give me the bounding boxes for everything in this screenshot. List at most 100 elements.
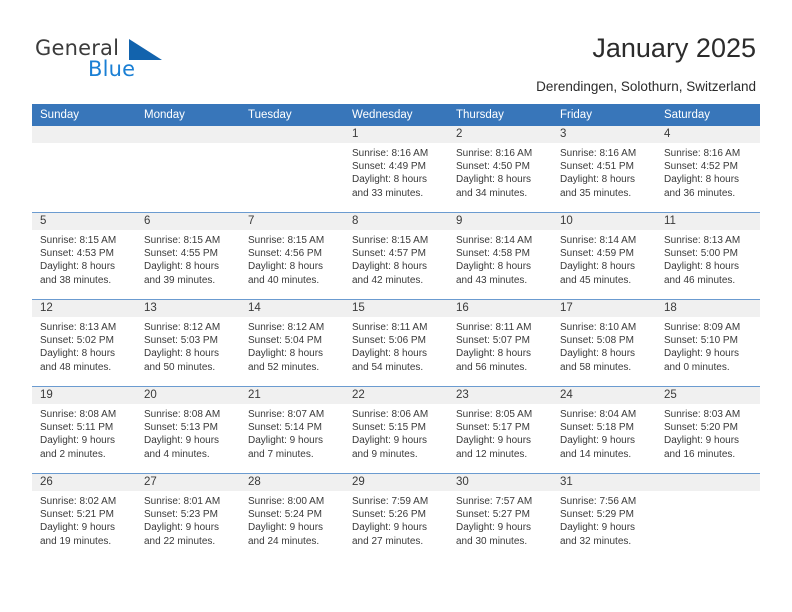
daylight-text-line1: Daylight: 8 hours — [456, 348, 532, 360]
day-number: 11 — [656, 213, 760, 230]
calendar-day-cell[interactable]: 9 Sunrise: 8:14 AM Sunset: 4:58 PM Daylight… — [448, 212, 552, 300]
weekday-header-sunday: Sunday — [32, 104, 136, 126]
daylight-text-line2: and 7 minutes. — [248, 448, 314, 460]
sunset-text: Sunset: 4:59 PM — [560, 248, 634, 260]
calendar-day-cell[interactable]: 31 Sunrise: 7:56 AM Sunset: 5:29 PM Dayligh… — [552, 473, 656, 560]
calendar-body: 1 Sunrise: 8:16 AM Sunset: 4:49 PM Daylight… — [32, 126, 760, 560]
sunset-text: Sunset: 5:06 PM — [352, 335, 426, 347]
daylight-text-line1: Daylight: 8 hours — [144, 348, 220, 360]
daylight-text-line1: Daylight: 8 hours — [144, 261, 220, 273]
sunset-text: Sunset: 5:29 PM — [560, 509, 634, 521]
sunrise-text: Sunrise: 8:12 AM — [248, 322, 325, 333]
sunset-text: Sunset: 4:55 PM — [144, 248, 218, 260]
calendar-day-cell[interactable]: 15 Sunrise: 8:11 AM Sunset: 5:06 PM Dayligh… — [344, 299, 448, 387]
calendar-day-cell[interactable]: 18 Sunrise: 8:09 AM Sunset: 5:10 PM Dayligh… — [656, 299, 760, 387]
daylight-text-line1: Daylight: 9 hours — [352, 435, 428, 447]
sunrise-text: Sunrise: 7:56 AM — [560, 496, 637, 507]
page-title: January 2025 — [592, 33, 756, 63]
calendar-week-row: 26 Sunrise: 8:02 AM Sunset: 5:21 PM Dayligh… — [32, 473, 760, 560]
daylight-text-line2: and 38 minutes. — [40, 274, 112, 286]
sunrise-text: Sunrise: 8:16 AM — [352, 148, 429, 159]
day-number: 18 — [656, 300, 760, 317]
calendar-day-cell[interactable]: 13 Sunrise: 8:12 AM Sunset: 5:03 PM Dayligh… — [136, 299, 240, 387]
day-number: 22 — [344, 387, 448, 404]
calendar-day-cell[interactable]: 20 Sunrise: 8:08 AM Sunset: 5:13 PM Dayligh… — [136, 386, 240, 474]
weekday-header-wednesday: Wednesday — [344, 104, 448, 126]
daylight-text-line2: and 4 minutes. — [144, 448, 210, 460]
sunrise-text: Sunrise: 8:06 AM — [352, 409, 429, 420]
daylight-text-line2: and 9 minutes. — [352, 448, 418, 460]
day-number: 30 — [448, 474, 552, 491]
day-number: 14 — [240, 300, 344, 317]
daylight-text-line1: Daylight: 8 hours — [40, 348, 116, 360]
calendar-day-cell[interactable]: 17 Sunrise: 8:10 AM Sunset: 5:08 PM Dayligh… — [552, 299, 656, 387]
daylight-text-line1: Daylight: 8 hours — [560, 174, 636, 186]
sunrise-text: Sunrise: 8:08 AM — [144, 409, 221, 420]
daylight-text-line1: Daylight: 9 hours — [144, 435, 220, 447]
daylight-text-line1: Daylight: 9 hours — [40, 435, 116, 447]
sunset-text: Sunset: 4:50 PM — [456, 161, 530, 173]
calendar-day-cell[interactable]: 28 Sunrise: 8:00 AM Sunset: 5:24 PM Dayligh… — [240, 473, 344, 560]
sunset-text: Sunset: 5:21 PM — [40, 509, 114, 521]
daylight-text-line2: and 40 minutes. — [248, 274, 320, 286]
calendar-day-cell[interactable]: 12 Sunrise: 8:13 AM Sunset: 5:02 PM Dayligh… — [32, 299, 136, 387]
page-subtitle: Derendingen, Solothurn, Switzerland — [536, 79, 756, 94]
day-number: 24 — [552, 387, 656, 404]
daylight-text-line2: and 2 minutes. — [40, 448, 106, 460]
calendar-day-cell[interactable]: 25 Sunrise: 8:03 AM Sunset: 5:20 PM Dayligh… — [656, 386, 760, 474]
calendar-day-cell[interactable]: 11 Sunrise: 8:13 AM Sunset: 5:00 PM Dayligh… — [656, 212, 760, 300]
sunset-text: Sunset: 5:15 PM — [352, 422, 426, 434]
daylight-text-line1: Daylight: 9 hours — [456, 522, 532, 534]
calendar-grid: Sunday Monday Tuesday Wednesday Thursday… — [32, 104, 760, 560]
calendar-day-cell[interactable]: 2 Sunrise: 8:16 AM Sunset: 4:50 PM Daylight… — [448, 126, 552, 213]
calendar-day-cell[interactable]: 29 Sunrise: 7:59 AM Sunset: 5:26 PM Dayligh… — [344, 473, 448, 560]
daylight-text-line1: Daylight: 8 hours — [352, 261, 428, 273]
daylight-text-line1: Daylight: 9 hours — [40, 522, 116, 534]
daylight-text-line1: Daylight: 9 hours — [248, 435, 324, 447]
sunrise-text: Sunrise: 8:16 AM — [456, 148, 533, 159]
sunrise-text: Sunrise: 8:11 AM — [352, 322, 428, 333]
calendar-day-cell[interactable]: 19 Sunrise: 8:08 AM Sunset: 5:11 PM Dayligh… — [32, 386, 136, 474]
sunset-text: Sunset: 4:58 PM — [456, 248, 530, 260]
calendar-day-cell[interactable]: 22 Sunrise: 8:06 AM Sunset: 5:15 PM Dayligh… — [344, 386, 448, 474]
daylight-text-line2: and 19 minutes. — [40, 535, 112, 547]
day-number: 23 — [448, 387, 552, 404]
calendar-day-cell[interactable]: 8 Sunrise: 8:15 AM Sunset: 4:57 PM Daylight… — [344, 212, 448, 300]
day-number: 13 — [136, 300, 240, 317]
calendar-day-cell[interactable]: 30 Sunrise: 7:57 AM Sunset: 5:27 PM Dayligh… — [448, 473, 552, 560]
calendar-day-cell[interactable]: 3 Sunrise: 8:16 AM Sunset: 4:51 PM Daylight… — [552, 126, 656, 213]
sunset-text: Sunset: 5:23 PM — [144, 509, 218, 521]
sunrise-text: Sunrise: 8:14 AM — [456, 235, 533, 246]
day-number: 10 — [552, 213, 656, 230]
calendar-day-cell[interactable]: 26 Sunrise: 8:02 AM Sunset: 5:21 PM Dayligh… — [32, 473, 136, 560]
sunset-text: Sunset: 5:11 PM — [40, 422, 114, 434]
sunrise-text: Sunrise: 8:02 AM — [40, 496, 117, 507]
calendar-day-cell[interactable]: 6 Sunrise: 8:15 AM Sunset: 4:55 PM Daylight… — [136, 212, 240, 300]
day-number: 27 — [136, 474, 240, 491]
calendar-day-cell[interactable]: 14 Sunrise: 8:12 AM Sunset: 5:04 PM Dayligh… — [240, 299, 344, 387]
calendar-day-cell[interactable]: 21 Sunrise: 8:07 AM Sunset: 5:14 PM Dayligh… — [240, 386, 344, 474]
calendar-day-cell[interactable]: 10 Sunrise: 8:14 AM Sunset: 4:59 PM Dayligh… — [552, 212, 656, 300]
daylight-text-line1: Daylight: 9 hours — [144, 522, 220, 534]
daylight-text-line2: and 48 minutes. — [40, 361, 112, 373]
page-header: General Blue January 2025 Derendingen, S… — [0, 0, 792, 104]
calendar-day-cell[interactable]: 1 Sunrise: 8:16 AM Sunset: 4:49 PM Daylight… — [344, 126, 448, 213]
daylight-text-line1: Daylight: 9 hours — [248, 522, 324, 534]
daylight-text-line1: Daylight: 8 hours — [664, 261, 740, 273]
daylight-text-line2: and 16 minutes. — [664, 448, 736, 460]
calendar-day-cell[interactable]: 27 Sunrise: 8:01 AM Sunset: 5:23 PM Dayligh… — [136, 473, 240, 560]
day-number: 20 — [136, 387, 240, 404]
calendar-day-cell[interactable]: 24 Sunrise: 8:04 AM Sunset: 5:18 PM Dayligh… — [552, 386, 656, 474]
sunrise-text: Sunrise: 8:00 AM — [248, 496, 325, 507]
calendar-day-cell[interactable]: 5 Sunrise: 8:15 AM Sunset: 4:53 PM Daylight… — [32, 212, 136, 300]
sunset-text: Sunset: 5:14 PM — [248, 422, 322, 434]
daylight-text-line2: and 24 minutes. — [248, 535, 320, 547]
calendar-day-cell[interactable]: 7 Sunrise: 8:15 AM Sunset: 4:56 PM Daylight… — [240, 212, 344, 300]
calendar-day-cell[interactable]: 4 Sunrise: 8:16 AM Sunset: 4:52 PM Daylight… — [656, 126, 760, 213]
calendar-day-cell[interactable]: 16 Sunrise: 8:11 AM Sunset: 5:07 PM Dayligh… — [448, 299, 552, 387]
calendar-day-cell[interactable]: 23 Sunrise: 8:05 AM Sunset: 5:17 PM Dayligh… — [448, 386, 552, 474]
daylight-text-line2: and 33 minutes. — [352, 187, 424, 199]
daylight-text-line1: Daylight: 9 hours — [560, 522, 636, 534]
day-number — [136, 126, 240, 143]
daylight-text-line2: and 54 minutes. — [352, 361, 424, 373]
